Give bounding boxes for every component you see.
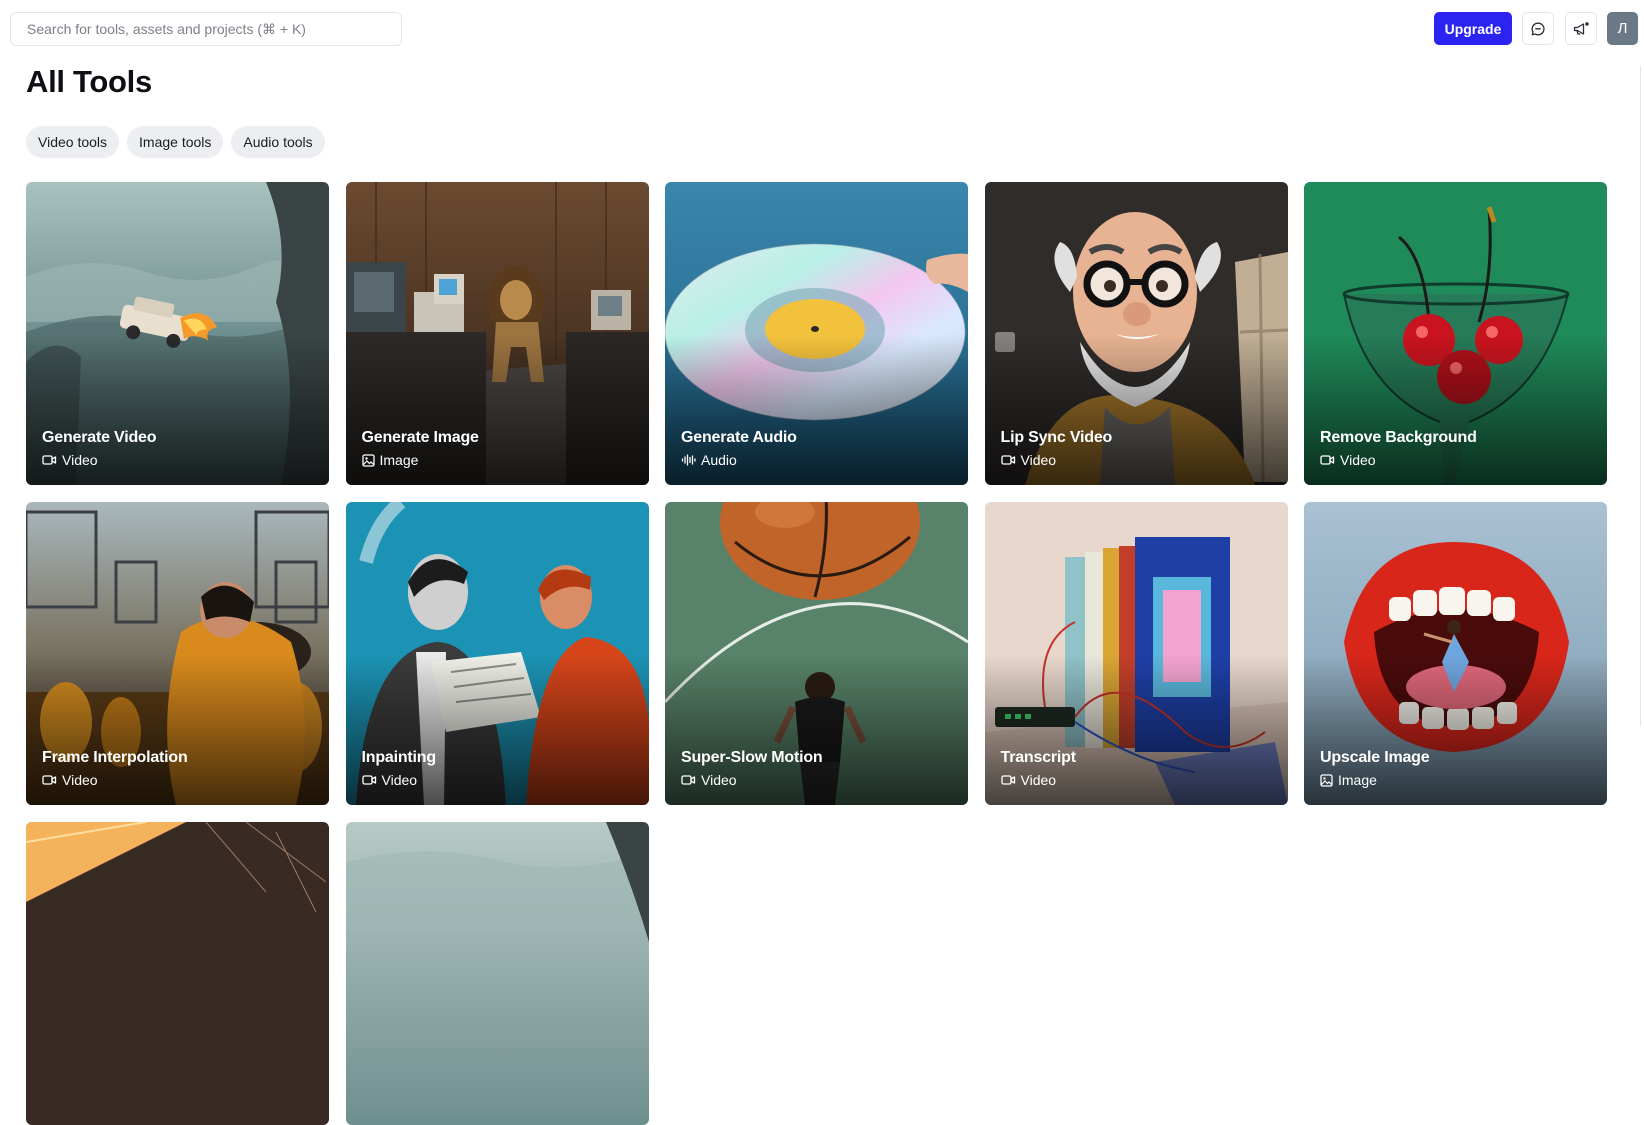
tool-card-lip-sync-video[interactable]: Lip Sync Video Video — [984, 182, 1288, 485]
search-input[interactable] — [27, 21, 401, 37]
tools-grid: Generate Video Video Generate Image Imag… — [26, 182, 1607, 1125]
video-icon — [1000, 455, 1015, 465]
video-icon — [1320, 455, 1335, 465]
image-icon — [1320, 773, 1333, 787]
video-icon — [361, 775, 376, 785]
tool-card-frame-interpolation[interactable]: Frame Interpolation Video — [26, 502, 329, 805]
tool-name: Transcript — [1000, 749, 1077, 766]
search-box[interactable] — [10, 12, 402, 46]
tool-type: Video — [681, 772, 737, 788]
tool-name: Generate Image — [361, 429, 479, 446]
tool-type: Image — [361, 452, 419, 468]
tool-name: Generate Audio — [681, 429, 797, 446]
tool-type: Audio — [681, 452, 737, 468]
tool-type: Video — [1000, 772, 1057, 788]
tool-card-partial[interactable] — [26, 822, 329, 1125]
tool-name: Frame Interpolation — [42, 749, 188, 766]
megaphone-icon — [1573, 21, 1589, 35]
tool-type-label: Image — [379, 452, 419, 468]
tool-type: Video — [42, 452, 98, 468]
tool-card-generate-image[interactable]: Generate Image Image — [345, 182, 649, 485]
tool-type: Video — [1320, 452, 1376, 468]
partial-tool-thumbnail — [26, 822, 329, 1125]
tool-filters: Video tools Image tools Audio tools — [26, 126, 325, 158]
video-icon — [1000, 775, 1015, 785]
filter-audio-tools[interactable]: Audio tools — [231, 126, 325, 158]
tool-type-label: Video — [1020, 452, 1057, 468]
audio-wave-icon — [681, 454, 696, 466]
scrollbar-track — [1640, 66, 1641, 726]
filter-image-tools[interactable]: Image tools — [127, 126, 224, 158]
tool-type-label: Video — [701, 772, 737, 788]
tool-type-label: Image — [1338, 772, 1377, 788]
image-icon — [361, 453, 375, 467]
announcements-button[interactable] — [1565, 12, 1597, 45]
tool-type-label: Video — [381, 772, 418, 788]
feedback-button[interactable] — [1522, 12, 1554, 45]
tool-card-upscale-image[interactable]: Upscale Image Image — [1304, 502, 1607, 805]
tool-card-generate-video[interactable]: Generate Video Video — [26, 182, 329, 485]
top-bar: Upgrade Л — [0, 0, 1644, 58]
tool-card-partial[interactable] — [345, 822, 649, 1125]
page-title: All Tools — [26, 64, 152, 99]
video-icon — [42, 775, 57, 785]
tool-type-label: Video — [1020, 772, 1057, 788]
tool-type: Video — [361, 772, 418, 788]
tool-type: Video — [42, 772, 98, 788]
tool-card-remove-background[interactable]: Remove Background Video — [1304, 182, 1607, 485]
tool-card-generate-audio[interactable]: Generate Audio Audio — [665, 182, 968, 485]
tool-type-label: Audio — [701, 452, 737, 468]
chat-bubble-icon — [1531, 22, 1545, 35]
tool-name: Upscale Image — [1320, 749, 1430, 766]
filter-video-tools[interactable]: Video tools — [26, 126, 120, 158]
tool-card-inpainting[interactable]: Inpainting Video — [345, 502, 649, 805]
user-avatar[interactable]: Л — [1607, 12, 1638, 45]
partial-tool-thumbnail — [345, 822, 649, 1125]
tool-type-label: Video — [1340, 452, 1376, 468]
tool-name: Remove Background — [1320, 429, 1477, 446]
video-icon — [42, 455, 57, 465]
video-icon — [681, 775, 696, 785]
tool-name: Super-Slow Motion — [681, 749, 823, 766]
tool-name: Generate Video — [42, 429, 157, 446]
tool-type: Video — [1000, 452, 1057, 468]
tool-type: Image — [1320, 772, 1377, 788]
tool-card-super-slow-motion[interactable]: Super-Slow Motion Video — [665, 502, 968, 805]
upgrade-button[interactable]: Upgrade — [1434, 12, 1512, 45]
tool-type-label: Video — [62, 452, 98, 468]
tool-name: Inpainting — [361, 749, 437, 766]
tool-card-transcript[interactable]: Transcript Video — [984, 502, 1288, 805]
tool-type-label: Video — [62, 772, 98, 788]
tool-name: Lip Sync Video — [1000, 429, 1113, 446]
